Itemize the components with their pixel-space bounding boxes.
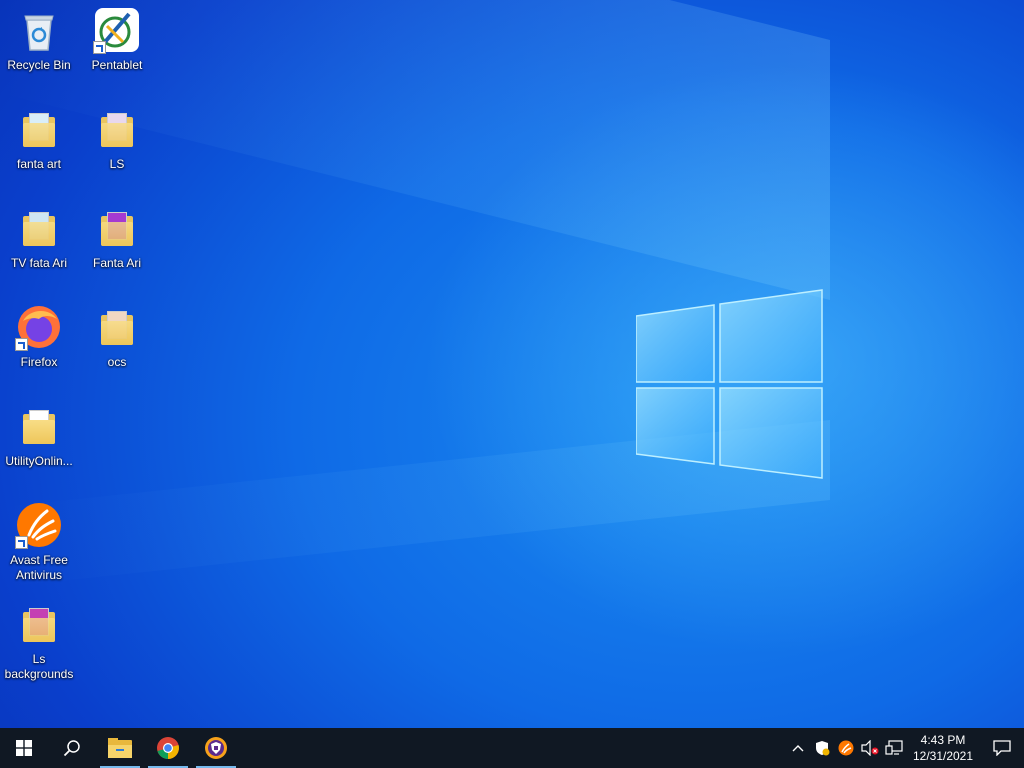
- show-hidden-icons-button[interactable]: [786, 728, 810, 768]
- icon-label: Recycle Bin: [7, 58, 71, 72]
- recycle-bin-icon: [24, 15, 54, 51]
- chrome-icon: [157, 737, 179, 759]
- chevron-up-icon: [792, 745, 804, 752]
- icon-label: LS: [109, 157, 125, 171]
- desktop-icon-ocs[interactable]: ocs: [78, 297, 156, 387]
- icon-label: Firefox: [20, 355, 58, 369]
- start-button[interactable]: [0, 728, 48, 768]
- desktop-icon-avast[interactable]: Avast Free Antivirus: [0, 495, 78, 585]
- folder-icon: [101, 311, 133, 345]
- taskbar-chrome[interactable]: [144, 728, 192, 768]
- desktop-icon-fanta-art[interactable]: fanta art: [0, 99, 78, 189]
- folder-icon: [23, 212, 55, 246]
- clock[interactable]: 4:43 PM 12/31/2021: [906, 728, 980, 768]
- taskbar-avast-secure-browser[interactable]: [192, 728, 240, 768]
- taskbar-file-explorer[interactable]: [96, 728, 144, 768]
- desktop-icon-recycle-bin[interactable]: Recycle Bin: [0, 0, 78, 90]
- shortcut-arrow-icon: [15, 338, 28, 351]
- folder-icon: [23, 113, 55, 147]
- windows-logo-wallpaper: [636, 289, 823, 479]
- desktop-icon-ls-backgrounds[interactable]: Ls backgrounds: [0, 594, 78, 684]
- taskbar: 4:43 PM 12/31/2021: [0, 728, 1024, 768]
- avast-secure-browser-icon: [205, 737, 227, 759]
- search-icon: [63, 740, 80, 757]
- icon-label: fanta art: [16, 157, 62, 171]
- icon-label: TV fata Ari: [10, 256, 68, 270]
- desktop-icon-ls[interactable]: LS: [78, 99, 156, 189]
- folder-icon: [23, 608, 55, 642]
- desktop[interactable]: Recycle Bin fanta art TV fata Ari Firefo…: [0, 0, 1024, 728]
- action-center-button[interactable]: [980, 728, 1024, 768]
- icon-label: Avast Free Antivirus: [10, 553, 68, 582]
- windows-start-icon: [16, 740, 32, 756]
- system-tray: 4:43 PM 12/31/2021: [786, 728, 1024, 768]
- desktop-icon-tv-fata-ari[interactable]: TV fata Ari: [0, 198, 78, 288]
- action-center-icon: [993, 740, 1011, 756]
- desktop-icon-pentablet[interactable]: Pentablet: [78, 0, 156, 90]
- volume-muted-icon: [861, 740, 879, 756]
- icon-label: Fanta Ari: [92, 256, 142, 270]
- clock-date: 12/31/2021: [912, 749, 974, 763]
- folder-icon: [23, 410, 55, 444]
- network-icon: [885, 740, 903, 755]
- network-tray-button[interactable]: [882, 728, 906, 768]
- search-button[interactable]: [48, 728, 96, 768]
- avast-tray-icon: [838, 740, 854, 756]
- desktop-icon-fanta-ari[interactable]: Fanta Ari: [78, 198, 156, 288]
- avast-tray-button[interactable]: [834, 728, 858, 768]
- icon-label: Ls backgrounds: [4, 652, 74, 681]
- defender-tray-button[interactable]: [810, 728, 834, 768]
- icon-label: Pentablet: [91, 58, 143, 72]
- volume-tray-button[interactable]: [858, 728, 882, 768]
- file-explorer-icon: [108, 738, 132, 758]
- clock-time: 4:43 PM: [920, 733, 966, 747]
- defender-icon: [816, 741, 830, 756]
- folder-icon: [101, 212, 133, 246]
- shortcut-arrow-icon: [15, 536, 28, 549]
- folder-icon: [101, 113, 133, 147]
- desktop-icon-utilityonline[interactable]: UtilityOnlin...: [0, 396, 78, 486]
- icon-label: ocs: [107, 355, 127, 369]
- shortcut-arrow-icon: [93, 41, 106, 54]
- icon-label: UtilityOnlin...: [5, 454, 73, 468]
- desktop-icon-firefox[interactable]: Firefox: [0, 297, 78, 387]
